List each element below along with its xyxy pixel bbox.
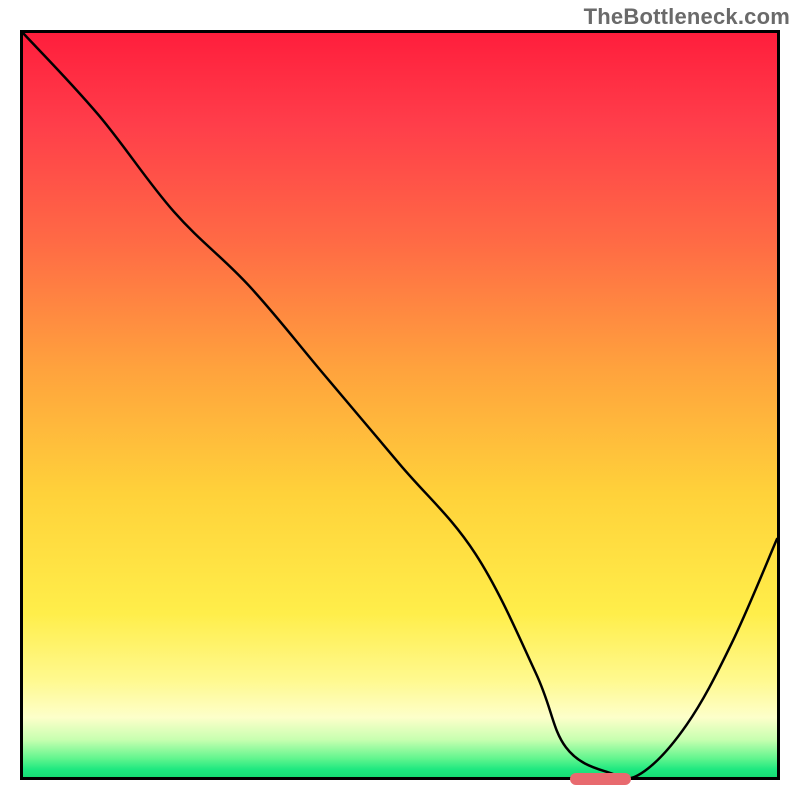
chart-root: TheBottleneck.com: [0, 0, 800, 800]
curve-path: [23, 33, 777, 778]
bottleneck-curve: [23, 33, 777, 777]
watermark-text: TheBottleneck.com: [584, 4, 790, 30]
optimal-marker: [570, 773, 631, 785]
plot-area: [20, 30, 780, 780]
